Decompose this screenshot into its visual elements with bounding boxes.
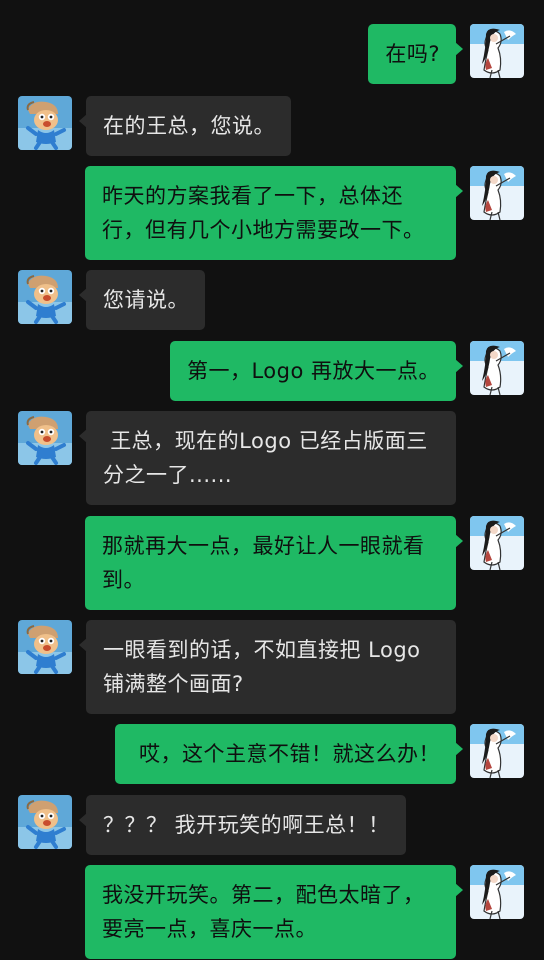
outgoing-message-bubble[interactable]: 在吗? (368, 24, 463, 84)
user-avatar[interactable] (470, 865, 524, 919)
cartoon-character-avatar-icon (18, 620, 72, 674)
cartoon-character-avatar-icon (18, 96, 72, 150)
outgoing-message-bubble[interactable]: 那就再大一点，最好让人一眼就看到。 (85, 516, 463, 610)
cartoon-character-avatar-icon (18, 795, 72, 849)
user-avatar[interactable] (470, 166, 524, 220)
user-avatar[interactable] (470, 724, 524, 778)
contact-avatar[interactable] (18, 620, 72, 674)
sketch-girl-avatar-icon (470, 24, 524, 78)
incoming-message-bubble[interactable]: ？？？ 我开玩笑的啊王总！！ (79, 795, 406, 855)
outgoing-message-bubble[interactable]: 第一，Logo 再放大一点。 (169, 341, 464, 401)
incoming-message-bubble[interactable]: 王总，现在的Logo 已经占版面三分之一了...... (79, 411, 456, 505)
user-avatar[interactable] (470, 516, 524, 570)
contact-avatar[interactable] (18, 270, 72, 324)
outgoing-message-bubble[interactable]: 哎，这个主意不错！就这么办！ (114, 724, 464, 784)
sketch-girl-avatar-icon (470, 865, 524, 919)
sketch-girl-avatar-icon (470, 516, 524, 570)
contact-avatar[interactable] (18, 795, 72, 849)
user-avatar[interactable] (470, 341, 524, 395)
contact-avatar[interactable] (18, 96, 72, 150)
incoming-message-bubble[interactable]: 在的王总，您说。 (79, 96, 291, 156)
incoming-message-bubble[interactable]: 一眼看到的话，不如直接把 Logo 铺满整个画面? (79, 620, 456, 714)
cartoon-character-avatar-icon (18, 411, 72, 465)
cartoon-character-avatar-icon (18, 270, 72, 324)
watermark-logo (364, 922, 534, 952)
chat-message-list[interactable]: 在吗? 在的王总，您说。 昨天的方案我看了一下，总体还行，但有几个小地方需要改一… (0, 0, 544, 960)
sketch-girl-avatar-icon (470, 166, 524, 220)
sketch-girl-avatar-icon (470, 724, 524, 778)
sketch-girl-avatar-icon (470, 341, 524, 395)
incoming-message-bubble[interactable]: 您请说。 (79, 270, 205, 330)
user-avatar[interactable] (470, 24, 524, 78)
contact-avatar[interactable] (18, 411, 72, 465)
outgoing-message-bubble[interactable]: 昨天的方案我看了一下，总体还行，但有几个小地方需要改一下。 (85, 166, 463, 260)
